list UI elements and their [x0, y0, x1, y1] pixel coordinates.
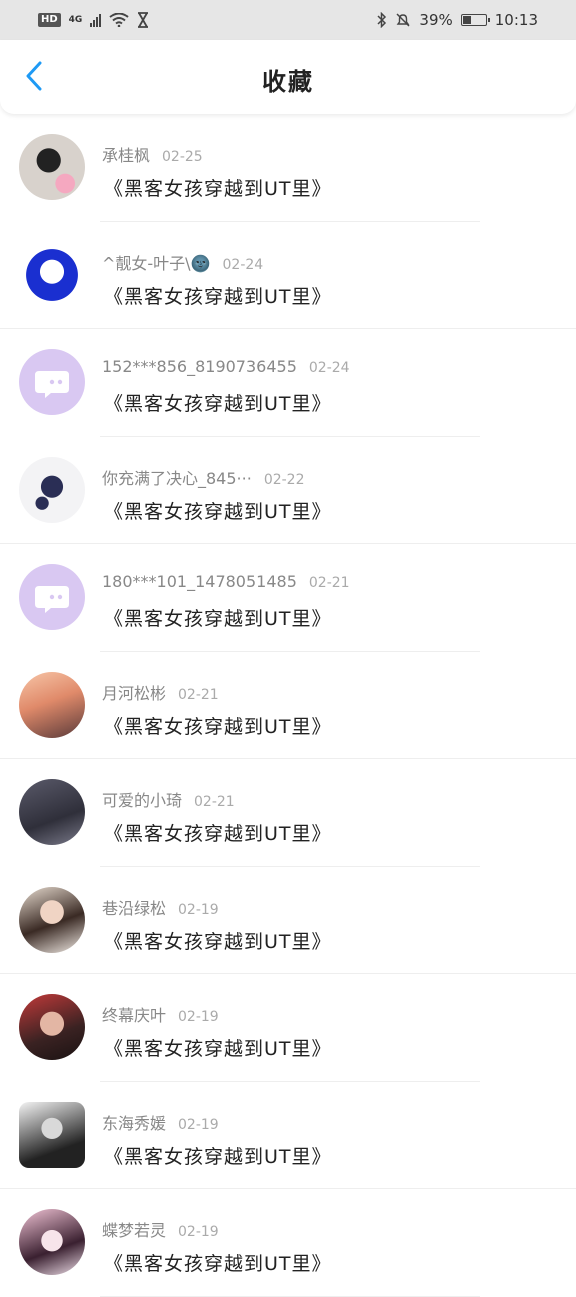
book-title[interactable]: 《黑客女孩穿越到UT里》 [104, 712, 332, 739]
avatar[interactable] [19, 1209, 85, 1275]
user-name[interactable]: 180***101_1478051485 [102, 572, 297, 591]
book-title[interactable]: 《黑客女孩穿越到UT里》 [104, 497, 332, 524]
favorite-meta: 终幕庆叶 02-19 [102, 1002, 219, 1026]
favorite-item[interactable]: 180***101_1478051485 02-21 《黑客女孩穿越到UT里》 [0, 544, 576, 652]
book-title[interactable]: 《黑客女孩穿越到UT里》 [104, 1249, 332, 1276]
avatar[interactable] [19, 779, 85, 845]
favorite-item[interactable]: 终幕庆叶 02-19 《黑客女孩穿越到UT里》 [0, 974, 576, 1082]
user-name[interactable]: 月河松彬 [102, 680, 166, 704]
favorite-date: 02-22 [263, 471, 305, 488]
book-title[interactable]: 《黑客女孩穿越到UT里》 [104, 389, 332, 416]
book-title[interactable]: 《黑客女孩穿越到UT里》 [104, 604, 332, 631]
hd-badge: HD [38, 13, 61, 27]
battery-icon [460, 14, 490, 26]
bluetooth-icon [377, 12, 387, 28]
wifi-icon [109, 13, 129, 27]
divider [100, 1295, 480, 1297]
signal-icon [90, 13, 102, 27]
favorite-meta: ^靓女-叶子\🌚 02-24 [102, 250, 263, 274]
user-name[interactable]: 承桂枫 [102, 142, 150, 166]
user-name[interactable]: ^靓女-叶子\🌚 [102, 250, 211, 274]
user-name[interactable]: 终幕庆叶 [102, 1002, 166, 1026]
favorite-date: 02-25 [162, 149, 203, 165]
user-name[interactable]: 你充满了决心_845··· [102, 465, 252, 489]
favorite-meta: 可爱的小琦 02-21 [102, 787, 235, 811]
favorite-meta: 东海秀媛 02-19 [102, 1110, 219, 1134]
favorite-meta: 你充满了决心_845··· 02-22 [102, 465, 305, 489]
avatar[interactable] [19, 456, 85, 523]
favorite-meta: 蝶梦若灵 02-19 [102, 1217, 219, 1241]
favorite-date: 02-21 [194, 794, 235, 810]
avatar[interactable] [19, 671, 85, 738]
avatar[interactable] [19, 1101, 85, 1168]
avatar[interactable] [19, 349, 85, 415]
avatar[interactable] [19, 886, 85, 953]
favorite-date: 02-19 [178, 1009, 219, 1025]
user-name[interactable]: 巷沿绿松 [102, 895, 166, 919]
page-title: 收藏 [262, 68, 314, 96]
favorite-meta: 承桂枫 02-25 [102, 142, 203, 166]
user-name[interactable]: 可爱的小琦 [102, 787, 182, 811]
hourglass-icon [138, 12, 149, 28]
battery-percent: 39% [419, 11, 453, 29]
favorite-item[interactable]: ^靓女-叶子\🌚 02-24 《黑客女孩穿越到UT里》 [0, 222, 576, 329]
user-name[interactable]: 152***856_8190736455 [102, 357, 297, 376]
user-name[interactable]: 东海秀媛 [102, 1110, 166, 1134]
favorite-item[interactable]: 东海秀媛 02-19 《黑客女孩穿越到UT里》 [0, 1082, 576, 1189]
favorites-list: 承桂枫 02-25 《黑客女孩穿越到UT里》 ^靓女-叶子\🌚 02-24 《黑客女孩穿越… [0, 114, 576, 1297]
mute-bell-icon [396, 13, 410, 27]
avatar[interactable] [19, 564, 85, 630]
favorite-meta: 月河松彬 02-21 [102, 680, 219, 704]
clock-time: 10:13 [494, 11, 538, 29]
book-title[interactable]: 《黑客女孩穿越到UT里》 [104, 819, 332, 846]
user-name[interactable]: 蝶梦若灵 [102, 1217, 166, 1241]
book-title[interactable]: 《黑客女孩穿越到UT里》 [104, 927, 332, 954]
favorite-item[interactable]: 月河松彬 02-21 《黑客女孩穿越到UT里》 [0, 652, 576, 759]
favorite-date: 02-21 [178, 686, 219, 703]
favorite-item[interactable]: 152***856_8190736455 02-24 《黑客女孩穿越到UT里》 [0, 329, 576, 437]
favorite-date: 02-24 [308, 360, 350, 376]
chat-bubble-icon [35, 586, 69, 613]
avatar[interactable] [19, 994, 85, 1060]
favorite-meta: 巷沿绿松 02-19 [102, 895, 219, 919]
favorite-meta: 180***101_1478051485 02-21 [102, 572, 350, 591]
favorite-meta: 152***856_8190736455 02-24 [102, 357, 350, 376]
favorite-item[interactable]: 可爱的小琦 02-21 《黑客女孩穿越到UT里》 [0, 759, 576, 867]
favorite-date: 02-19 [178, 1224, 219, 1240]
favorite-item[interactable]: 蝶梦若灵 02-19 《黑客女孩穿越到UT里》 [0, 1189, 576, 1297]
nav-bar: 收藏 [0, 40, 576, 114]
book-title[interactable]: 《黑客女孩穿越到UT里》 [104, 282, 332, 309]
status-bar: HD 4G 39% 10:13 [0, 0, 576, 40]
avatar[interactable] [19, 134, 85, 200]
book-title[interactable]: 《黑客女孩穿越到UT里》 [104, 1034, 332, 1061]
chat-bubble-icon [35, 371, 69, 398]
favorite-date: 02-19 [178, 901, 219, 918]
favorite-item[interactable]: 承桂枫 02-25 《黑客女孩穿越到UT里》 [0, 114, 576, 222]
network-type: 4G [68, 14, 83, 25]
favorite-item[interactable]: 巷沿绿松 02-19 《黑客女孩穿越到UT里》 [0, 867, 576, 974]
favorite-date: 02-21 [308, 575, 350, 591]
book-title[interactable]: 《黑客女孩穿越到UT里》 [104, 174, 332, 201]
book-title[interactable]: 《黑客女孩穿越到UT里》 [104, 1142, 332, 1169]
favorite-date: 02-19 [178, 1116, 219, 1133]
avatar[interactable] [19, 241, 85, 308]
favorite-item[interactable]: 你充满了决心_845··· 02-22 《黑客女孩穿越到UT里》 [0, 437, 576, 544]
favorite-date: 02-24 [222, 256, 264, 273]
